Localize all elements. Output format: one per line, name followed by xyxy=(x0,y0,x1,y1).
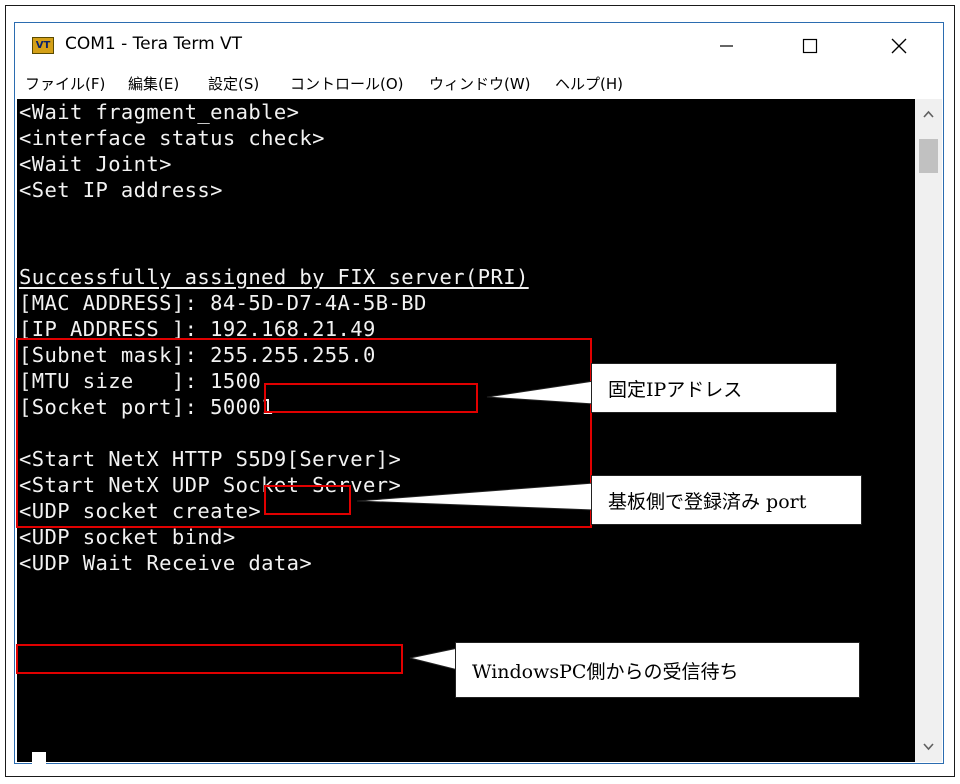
fixed-ip-callout: 固定IPアドレス xyxy=(591,363,837,413)
callout-pointer-port xyxy=(356,482,595,511)
waiting-receive-callout: WindowsPC側からの受信待ち xyxy=(455,642,860,698)
fixed-ip-callout-text: 固定IPアドレス xyxy=(608,378,743,401)
registered-port-callout-text: 基板側で登録済み port xyxy=(608,490,807,513)
callout-pointer-receive xyxy=(409,647,459,671)
callout-pointer-ip xyxy=(486,380,595,405)
registered-port-callout: 基板側で登録済み port xyxy=(591,475,862,525)
waiting-receive-callout-text: WindowsPC側からの受信待ち xyxy=(472,660,739,683)
